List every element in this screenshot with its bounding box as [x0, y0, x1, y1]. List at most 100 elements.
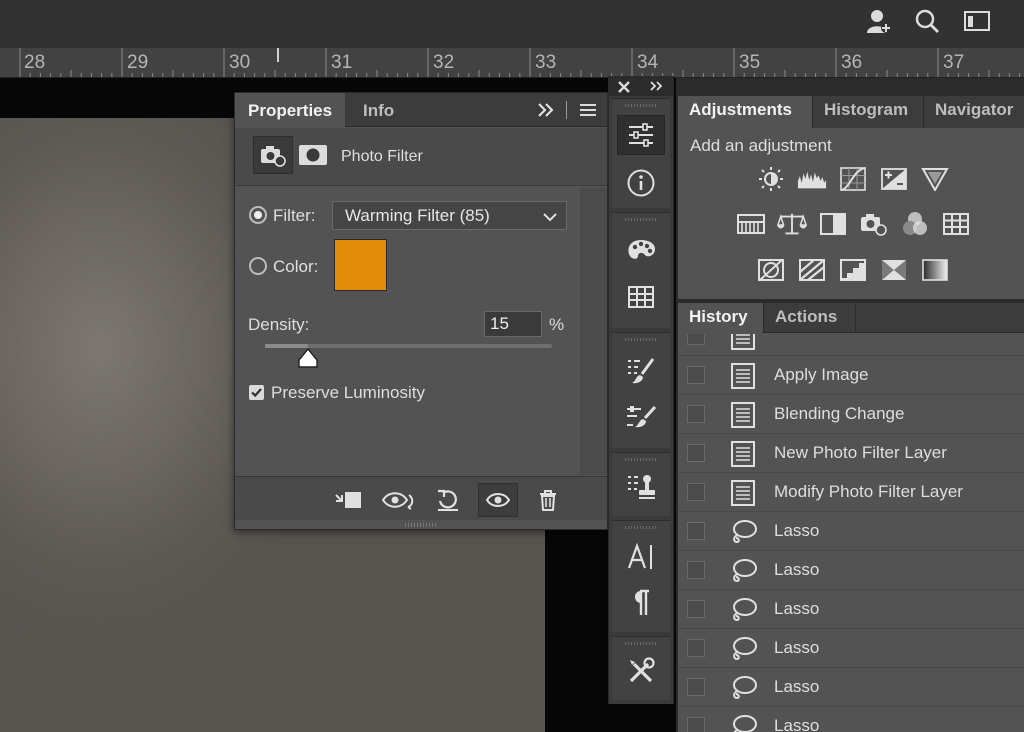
panel-icon-strip — [608, 76, 674, 704]
tool-presets-icon[interactable] — [617, 651, 665, 691]
tab-properties[interactable]: Properties — [235, 93, 346, 127]
history-snapshot-checkbox[interactable] — [687, 405, 705, 423]
history-row-label: Lasso — [774, 521, 820, 540]
tab-navigator[interactable]: Navigator — [923, 96, 1024, 128]
history-row-label: Blending Change — [774, 404, 905, 423]
density-input[interactable] — [484, 311, 542, 337]
history-row[interactable]: Lasso — [678, 707, 1024, 732]
color-balance-icon[interactable] — [777, 211, 807, 237]
history-row[interactable]: Lasso — [678, 629, 1024, 668]
properties-header: Photo Filter — [235, 128, 607, 186]
expand-icon[interactable] — [649, 80, 665, 92]
document-icon — [730, 362, 756, 390]
tab-actions[interactable]: Actions — [763, 303, 856, 333]
strip-grip[interactable] — [625, 642, 657, 645]
color-radio[interactable] — [249, 257, 267, 275]
top-bar — [0, 0, 1024, 48]
collapse-icon[interactable] — [535, 100, 557, 120]
history-snapshot-checkbox[interactable] — [687, 522, 705, 540]
history-row-label: New Photo Filter Layer — [774, 443, 947, 462]
history-snapshot-checkbox[interactable] — [687, 483, 705, 501]
curves-icon[interactable] — [838, 166, 868, 192]
history-snapshot-checkbox[interactable] — [687, 561, 705, 579]
info-icon[interactable] — [617, 163, 665, 203]
history-snapshot-checkbox[interactable] — [687, 600, 705, 618]
adjustment-camera-icon[interactable] — [253, 136, 293, 174]
black-white-icon[interactable] — [818, 211, 848, 237]
preserve-luminosity-label: Preserve Luminosity — [271, 383, 426, 402]
invert-icon[interactable] — [756, 257, 786, 283]
tab-adjustments[interactable]: Adjustments — [678, 96, 812, 128]
swatches-grid-icon[interactable] — [617, 277, 665, 317]
filter-dropdown[interactable]: Warming Filter (85) — [332, 201, 567, 230]
photo-filter-icon[interactable] — [859, 211, 889, 237]
levels-icon[interactable] — [797, 166, 827, 192]
tab-info[interactable]: Info — [350, 93, 407, 127]
ruler-number: 28 — [24, 52, 46, 73]
color-swatch[interactable] — [334, 239, 387, 291]
layer-mask-icon[interactable] — [298, 142, 328, 168]
filter-label: Filter: — [273, 206, 316, 225]
tab-histogram[interactable]: Histogram — [812, 96, 923, 128]
brushes-icon[interactable] — [617, 351, 665, 391]
color-lookup-icon[interactable] — [941, 211, 971, 237]
character-icon[interactable] — [617, 537, 665, 577]
history-list[interactable]: Apply Image Blending Change New Photo Filt… — [678, 334, 1024, 732]
strip-grip[interactable] — [625, 458, 657, 461]
close-icon[interactable] — [617, 80, 631, 94]
workspace-icon[interactable] — [962, 6, 992, 36]
trash-icon[interactable] — [528, 483, 568, 517]
adjustments-panel-icon[interactable] — [617, 115, 665, 155]
filter-radio[interactable] — [249, 206, 267, 224]
panel-menu-icon[interactable] — [578, 102, 598, 118]
channel-mixer-icon[interactable] — [900, 211, 930, 237]
clip-to-layer-icon[interactable] — [328, 483, 368, 517]
strip-grip[interactable] — [625, 104, 657, 107]
ruler-number: 36 — [841, 52, 863, 73]
density-slider-handle[interactable] — [297, 347, 319, 368]
threshold-icon[interactable] — [838, 257, 868, 283]
posterize-icon[interactable] — [797, 257, 827, 283]
vibrance-icon[interactable] — [920, 166, 950, 192]
history-row-label: Lasso — [774, 638, 820, 657]
view-previous-state-icon[interactable] — [378, 483, 418, 517]
selective-color-icon[interactable] — [879, 257, 909, 283]
history-row[interactable]: Modify Photo Filter Layer — [678, 473, 1024, 512]
strip-grip[interactable] — [625, 338, 657, 341]
history-snapshot-checkbox[interactable] — [687, 678, 705, 696]
exposure-icon[interactable] — [879, 166, 909, 192]
history-row[interactable]: Lasso — [678, 590, 1024, 629]
history-snapshot-checkbox[interactable] — [687, 366, 705, 384]
history-snapshot-checkbox[interactable] — [687, 717, 705, 732]
adjustments-tab-bar: Adjustments Histogram Navigator — [678, 96, 1024, 128]
preserve-luminosity-checkbox[interactable] — [249, 385, 264, 400]
history-snapshot-checkbox[interactable] — [687, 639, 705, 657]
strip-grip[interactable] — [625, 526, 657, 529]
history-row[interactable]: New Photo Filter Layer — [678, 434, 1024, 473]
brush-settings-icon[interactable] — [617, 397, 665, 437]
history-snapshot-checkbox[interactable] — [687, 444, 705, 462]
history-row[interactable]: Lasso — [678, 668, 1024, 707]
paragraph-icon[interactable] — [617, 583, 665, 623]
brightness-contrast-icon[interactable] — [756, 166, 786, 192]
history-row[interactable]: Lasso — [678, 551, 1024, 590]
history-row[interactable]: Blending Change — [678, 395, 1024, 434]
visibility-eye-icon[interactable] — [478, 483, 518, 517]
reset-icon[interactable] — [428, 483, 468, 517]
hue-saturation-icon[interactable] — [736, 211, 766, 237]
history-row[interactable]: Lasso — [678, 512, 1024, 551]
ruler-number: 34 — [637, 52, 659, 73]
history-snapshot-checkbox[interactable] — [687, 334, 705, 345]
strip-grip[interactable] — [625, 218, 657, 221]
properties-scrollbar[interactable] — [580, 188, 607, 475]
color-palette-icon[interactable] — [617, 231, 665, 271]
search-icon[interactable] — [912, 6, 942, 36]
history-row-label: Lasso — [774, 716, 820, 732]
history-row[interactable]: Apply Image — [678, 356, 1024, 395]
tab-history[interactable]: History — [678, 303, 763, 333]
share-user-icon[interactable] — [864, 6, 894, 36]
panel-resize-grip[interactable] — [405, 523, 437, 527]
gradient-map-icon[interactable] — [920, 257, 950, 283]
clone-source-icon[interactable] — [617, 467, 665, 507]
history-row[interactable] — [678, 334, 1024, 356]
